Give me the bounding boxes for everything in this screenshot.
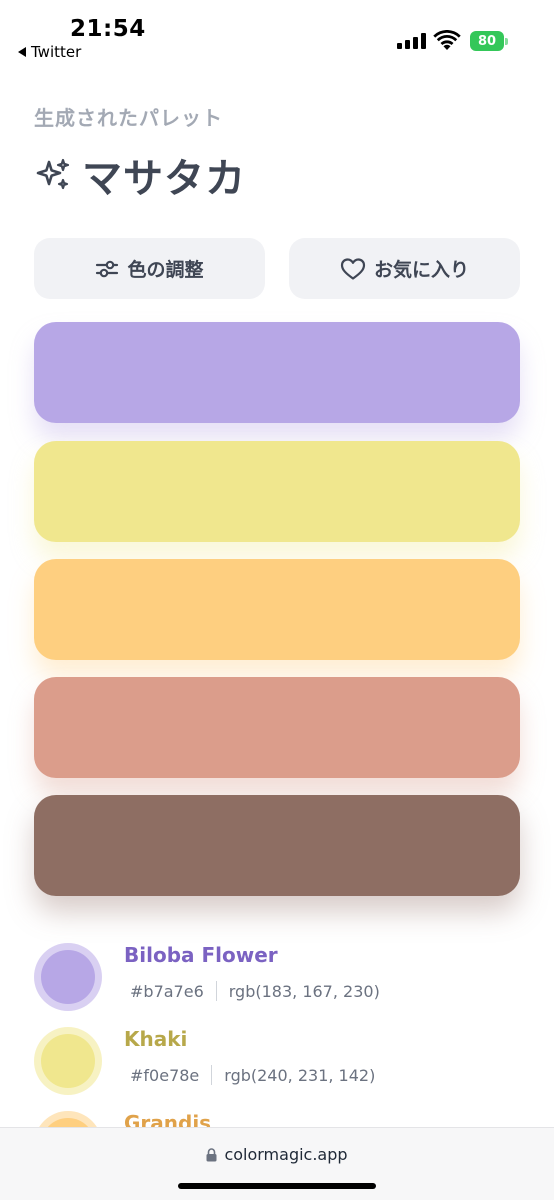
favorite-button[interactable]: お気に入り <box>289 238 520 299</box>
color-name: Biloba Flower <box>124 943 278 967</box>
page-title: マサタカ <box>82 156 246 202</box>
color-dot <box>41 1034 95 1088</box>
color-codes: #f0e78e rgb(240, 231, 142) <box>130 1065 375 1085</box>
color-codes: #b7a7e6 rgb(183, 167, 230) <box>130 981 380 1001</box>
status-time: 21:54 <box>70 16 146 42</box>
color-hex[interactable]: #b7a7e6 <box>130 982 204 1001</box>
page-title-row: マサタカ <box>34 146 246 204</box>
palette-swatch-3[interactable] <box>34 559 520 660</box>
palette-swatch-1[interactable] <box>34 322 520 423</box>
address-bar[interactable]: colormagic.app <box>0 1145 554 1164</box>
sparkles-icon <box>36 158 70 190</box>
page-subtitle: 生成されたパレット <box>34 106 223 130</box>
page: 21:54 Twitter 80 生成されたパレット マサタカ 色の調整 お気に… <box>0 0 554 1200</box>
back-app-label: Twitter <box>31 43 82 61</box>
favorite-label: お気に入り <box>373 259 469 281</box>
divider <box>215 981 217 1001</box>
home-indicator[interactable] <box>178 1183 376 1189</box>
palette-swatch-5[interactable] <box>34 795 520 896</box>
palette-swatch-4[interactable] <box>34 677 520 778</box>
lock-icon <box>206 1147 217 1161</box>
color-rgb[interactable]: rgb(240, 231, 142) <box>224 1066 375 1085</box>
adjust-colors-label: 色の調整 <box>127 259 204 281</box>
browser-bottom-bar: colormagic.app <box>0 1127 554 1200</box>
wifi-icon <box>433 30 461 50</box>
heart-icon <box>340 257 366 280</box>
color-dot-ring <box>34 1027 102 1095</box>
divider <box>211 1065 213 1085</box>
color-list-item[interactable]: Khaki #f0e78e rgb(240, 231, 142) <box>34 1027 520 1097</box>
url-text: colormagic.app <box>224 1145 348 1164</box>
status-bar: 21:54 Twitter 80 <box>0 0 554 70</box>
color-dot <box>41 950 95 1004</box>
color-dot-ring <box>34 943 102 1011</box>
color-rgb[interactable]: rgb(183, 167, 230) <box>229 982 380 1001</box>
battery-icon: 80 <box>470 31 508 51</box>
back-triangle-icon <box>18 47 26 57</box>
back-to-app-button[interactable]: Twitter <box>18 43 81 61</box>
color-name: Khaki <box>124 1027 188 1051</box>
palette-swatch-2[interactable] <box>34 441 520 542</box>
color-hex[interactable]: #f0e78e <box>130 1066 199 1085</box>
cellular-signal-icon <box>397 33 426 49</box>
battery-level: 80 <box>470 31 504 51</box>
sliders-icon <box>96 260 119 277</box>
color-list-item[interactable]: Biloba Flower #b7a7e6 rgb(183, 167, 230) <box>34 943 520 1013</box>
adjust-colors-button[interactable]: 色の調整 <box>34 238 265 299</box>
